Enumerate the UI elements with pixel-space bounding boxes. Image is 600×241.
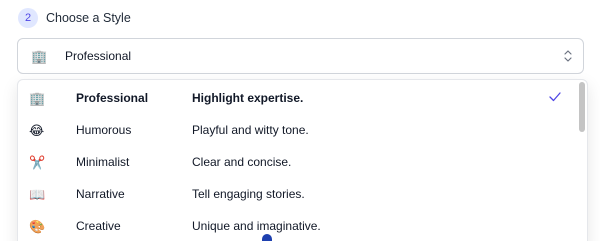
style-option-humorous[interactable]: 😂 Humorous Playful and witty tone. (18, 114, 587, 146)
open-book-icon: 📖 (29, 186, 46, 202)
dropdown-scrollbar[interactable] (578, 82, 585, 241)
option-name: Minimalist (76, 155, 130, 169)
style-option-professional[interactable]: 🏢 Professional Highlight expertise. (18, 82, 587, 114)
step-header: 2 Choose a Style (18, 8, 131, 28)
style-dropdown-list: 🏢 Professional Highlight expertise. 😂 Hu… (17, 79, 588, 241)
step-title: Choose a Style (46, 11, 131, 25)
option-name: Humorous (76, 123, 132, 137)
checkmark-icon (549, 92, 561, 102)
option-description: Unique and imaginative. (192, 219, 321, 233)
scissors-icon: ✂️ (29, 154, 46, 170)
style-picker: 2 Choose a Style 🏢 Professional 🏢 Profes… (0, 0, 600, 241)
style-option-creative[interactable]: 🎨 Creative Unique and imaginative. (18, 210, 587, 241)
style-select[interactable]: 🏢 Professional (17, 38, 584, 74)
office-building-icon: 🏢 (29, 90, 46, 106)
office-building-icon: 🏢 (31, 48, 48, 64)
artist-palette-icon: 🎨 (29, 218, 46, 234)
chevron-up-down-icon (564, 50, 572, 62)
option-name: Professional (76, 91, 149, 105)
option-description: Playful and witty tone. (192, 123, 309, 137)
style-option-narrative[interactable]: 📖 Narrative Tell engaging stories. (18, 178, 587, 210)
step-number-badge: 2 (18, 8, 38, 28)
selected-style-value: Professional (65, 49, 132, 63)
underlying-element-edge (262, 234, 272, 241)
option-description: Tell engaging stories. (192, 187, 305, 201)
option-name: Narrative (76, 187, 125, 201)
style-option-minimalist[interactable]: ✂️ Minimalist Clear and concise. (18, 146, 587, 178)
option-description: Clear and concise. (192, 155, 292, 169)
option-description: Highlight expertise. (192, 91, 304, 105)
scrollbar-thumb[interactable] (579, 82, 585, 132)
laughing-face-icon: 😂 (29, 122, 45, 138)
option-name: Creative (76, 219, 121, 233)
